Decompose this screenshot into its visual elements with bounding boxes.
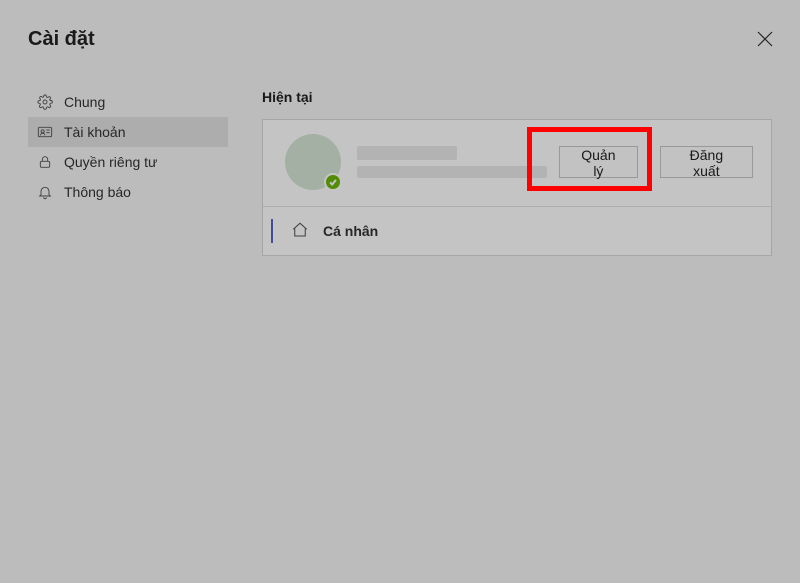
sidebar: Chung Tài khoản Quyền riêng tư Thông báo — [28, 87, 228, 256]
status-badge-available — [324, 173, 342, 191]
sidebar-item-label: Thông báo — [64, 184, 131, 200]
page-title: Cài đặt — [28, 28, 95, 51]
sidebar-item-label: Tài khoản — [64, 124, 125, 140]
section-title: Hiện tại — [262, 89, 772, 105]
sidebar-item-label: Quyền riêng tư — [64, 154, 157, 170]
header: Cài đặt — [28, 22, 772, 51]
sidebar-item-privacy[interactable]: Quyền riêng tư — [28, 147, 228, 177]
tab-label: Cá nhân — [323, 223, 378, 239]
sidebar-item-label: Chung — [64, 94, 105, 110]
account-email-redacted — [357, 166, 547, 178]
settings-window: Cài đặt Chung Tài khoản — [0, 0, 800, 583]
tab-personal[interactable]: Cá nhân — [263, 207, 771, 255]
gear-icon — [36, 93, 54, 111]
body: Chung Tài khoản Quyền riêng tư Thông báo — [28, 87, 772, 256]
sidebar-item-notifications[interactable]: Thông báo — [28, 177, 228, 207]
sidebar-item-general[interactable]: Chung — [28, 87, 228, 117]
account-row: Quản lý Đăng xuất — [263, 120, 771, 206]
account-info — [353, 142, 547, 182]
account-name-redacted — [357, 146, 457, 160]
close-icon[interactable] — [756, 30, 774, 48]
sidebar-item-account[interactable]: Tài khoản — [28, 117, 228, 147]
id-card-icon — [36, 123, 54, 141]
signout-button[interactable]: Đăng xuất — [660, 146, 753, 178]
active-indicator — [271, 219, 273, 243]
home-icon — [291, 221, 309, 242]
manage-button[interactable]: Quản lý — [559, 146, 638, 178]
bell-icon — [36, 183, 54, 201]
main-content: Hiện tại Quản lý Đăng xuất — [228, 87, 772, 256]
lock-icon — [36, 153, 54, 171]
avatar — [285, 134, 341, 190]
account-card: Quản lý Đăng xuất Cá nhân — [262, 119, 772, 256]
